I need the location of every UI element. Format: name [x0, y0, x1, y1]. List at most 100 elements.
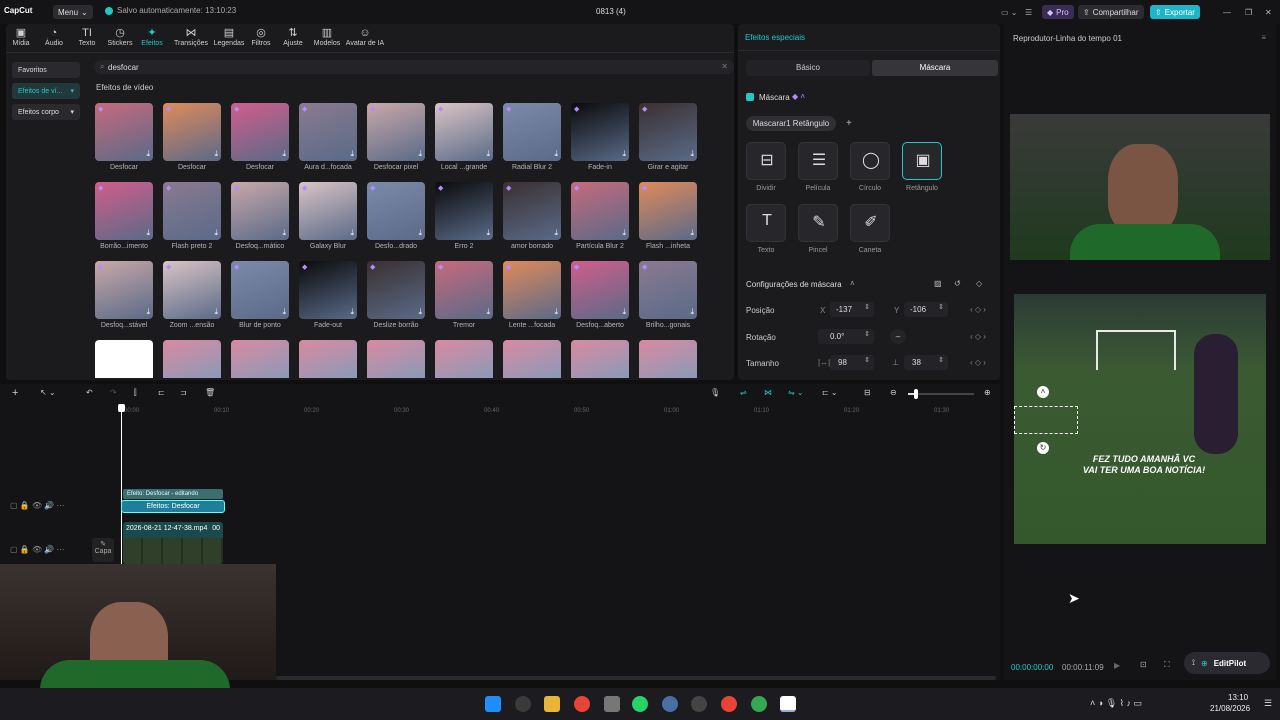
download-icon[interactable]: ⤓	[554, 149, 558, 159]
link-icon[interactable]: ⇌	[740, 388, 747, 397]
mask-shape-2[interactable]: ◯	[850, 142, 890, 180]
notification-icon[interactable]: ☰	[1264, 698, 1272, 709]
pro-button[interactable]: ◆ Pro	[1042, 5, 1074, 19]
close-icon[interactable]: ✕	[1260, 5, 1277, 19]
mask-shape-3[interactable]: ▣	[902, 142, 942, 180]
delete-icon[interactable]: 🗑	[205, 388, 215, 397]
fullscreen-icon[interactable]: ⛶	[1164, 660, 1170, 670]
download-icon[interactable]: ⤓	[622, 149, 626, 159]
capcut-icon[interactable]	[780, 696, 796, 712]
redo-icon[interactable]: ↷	[110, 388, 117, 397]
shortcuts-icon[interactable]: ☰	[1020, 5, 1037, 19]
start-icon[interactable]	[485, 696, 501, 712]
download-icon[interactable]: ⤓	[282, 307, 286, 317]
minimize-icon[interactable]: —	[1218, 5, 1236, 19]
x-field[interactable]: -137 ⇕	[830, 302, 874, 317]
effect-thumbnail[interactable]: ◆ ⤓	[367, 103, 425, 161]
mic-icon[interactable]: 🎙	[710, 388, 720, 397]
chevron-up-icon[interactable]: ˄	[850, 279, 855, 288]
track-controls-icon[interactable]: ▢ 🔒 👁 🔊 ⋯	[10, 501, 65, 510]
download-icon[interactable]: ⤓	[146, 228, 150, 238]
mask-chip[interactable]: Mascarar1 Retângulo	[746, 116, 836, 131]
download-icon[interactable]: ⤓	[486, 307, 490, 317]
effect-thumbnail[interactable]: ◆ ⤓	[571, 103, 629, 161]
add-track-icon[interactable]: +	[12, 387, 18, 399]
effect-thumbnail[interactable]	[163, 340, 221, 378]
tab-mask[interactable]: Máscara	[872, 60, 998, 76]
effect-thumbnail[interactable]: ◆ ⤓	[571, 182, 629, 240]
download-icon[interactable]: ⤓	[690, 228, 694, 238]
chatgpt-icon[interactable]	[515, 696, 531, 712]
download-icon[interactable]: ⤓	[622, 228, 626, 238]
tab-captions[interactable]: ▤ Legendas	[209, 27, 249, 47]
mask-shape-5[interactable]: ✎	[798, 204, 838, 242]
tab-media[interactable]: ▣ Mídia	[4, 27, 38, 47]
download-icon[interactable]: ⤓	[690, 149, 694, 159]
download-icon[interactable]: ⤓	[554, 307, 558, 317]
magnet-icon[interactable]: ⋈	[764, 388, 772, 397]
rotation-field[interactable]: 0.0° ⇕	[818, 329, 874, 344]
effect-thumbnail[interactable]: ◆ ⤓	[163, 261, 221, 319]
mask-checkbox[interactable]	[746, 93, 754, 101]
effect-thumbnail[interactable]: ◆ ⤓	[231, 261, 289, 319]
zoom-in-icon[interactable]: ⊕	[984, 388, 991, 397]
download-icon[interactable]: ⤓	[350, 228, 354, 238]
effect-thumbnail[interactable]: ◆ ⤓	[95, 261, 153, 319]
export-button[interactable]: ⇧ Exportar	[1150, 5, 1200, 19]
effect-thumbnail[interactable]	[299, 340, 357, 378]
effect-thumbnail[interactable]	[435, 340, 493, 378]
keyframe-icon[interactable]: ◇	[976, 279, 982, 288]
nav-icon[interactable]: ‹ ◇ ›	[970, 305, 986, 314]
download-icon[interactable]: ⤓	[214, 307, 218, 317]
nav-icon[interactable]: ‹ ◇ ›	[970, 332, 986, 341]
stepper-icon[interactable]: ⇕	[864, 330, 870, 338]
split-icon[interactable]: ⫿	[134, 388, 137, 398]
rotation-dial[interactable]: –	[890, 329, 906, 344]
effect-thumbnail[interactable]	[503, 340, 561, 378]
layout-icon[interactable]: ▭ ⌄	[996, 5, 1022, 19]
effect-thumbnail[interactable]: ◆ ⤓	[95, 103, 153, 161]
stepper-icon[interactable]: ⇕	[864, 356, 870, 364]
menu-button[interactable]: Menu ⌄	[53, 5, 93, 19]
share-button[interactable]: ⇪ Compartilhar	[1078, 5, 1144, 19]
zoom-handle[interactable]	[914, 389, 918, 399]
cover-button[interactable]: ✎ Capa	[92, 538, 114, 562]
effect-thumbnail[interactable]	[639, 340, 697, 378]
tab-templates[interactable]: ▥ Modelos	[310, 27, 344, 47]
chrome-icon[interactable]	[751, 696, 767, 712]
tab-basic[interactable]: Básico	[746, 60, 870, 76]
play-icon[interactable]: ▶	[1114, 661, 1120, 670]
width-field[interactable]: 98 ⇕	[830, 355, 874, 370]
effect-thumbnail[interactable]: ◆ ⤓	[503, 261, 561, 319]
effect-thumbnail[interactable]: ◆ ⤓	[367, 261, 425, 319]
mask-shape-6[interactable]: ✐	[850, 204, 890, 242]
mask-shape-4[interactable]: T	[746, 204, 786, 242]
mask-rotate-handle[interactable]: ↻	[1037, 442, 1049, 454]
tab-transitions[interactable]: ⋈ Transições	[172, 27, 210, 47]
mask-shape-1[interactable]: ☰	[798, 142, 838, 180]
effect-thumbnail[interactable]: ◆ ⤓	[231, 103, 289, 161]
sidebar-body-effects[interactable]: Efeitos corpo ▾	[12, 104, 80, 120]
effect-thumbnail[interactable]: ◆ ⤓	[639, 103, 697, 161]
playhead-handle[interactable]	[118, 404, 125, 412]
effect-thumbnail[interactable]	[95, 340, 153, 378]
height-field[interactable]: 38 ⇕	[904, 355, 948, 370]
split-left-icon[interactable]: ⊏	[158, 388, 165, 397]
clear-icon[interactable]: ✕	[721, 62, 728, 71]
effect-thumbnail[interactable]: ◆ ⤓	[639, 261, 697, 319]
effect-thumbnail[interactable]: ◆ ⤓	[95, 182, 153, 240]
download-icon[interactable]: ⤓	[690, 307, 694, 317]
zoom-slider[interactable]	[908, 389, 974, 399]
mask-feather-handle[interactable]: ˄	[1037, 386, 1049, 398]
editpilot-button[interactable]: ⟟ ⊕ EditPilot	[1184, 652, 1270, 674]
y-field[interactable]: -106 ⇕	[904, 302, 948, 317]
effect-thumbnail[interactable]: ◆ ⤓	[231, 182, 289, 240]
download-icon[interactable]: ⤓	[350, 307, 354, 317]
download-icon[interactable]: ⤓	[214, 149, 218, 159]
track-controls-icon[interactable]: ▢ 🔒 👁 🔊 ⋯	[10, 545, 65, 554]
tab-stickers[interactable]: ◷ Stickers	[103, 27, 137, 47]
chrome-icon[interactable]	[721, 696, 737, 712]
folder-icon[interactable]	[544, 696, 560, 712]
app-icon[interactable]	[604, 696, 620, 712]
effect-thumbnail[interactable]: ◆ ⤓	[639, 182, 697, 240]
